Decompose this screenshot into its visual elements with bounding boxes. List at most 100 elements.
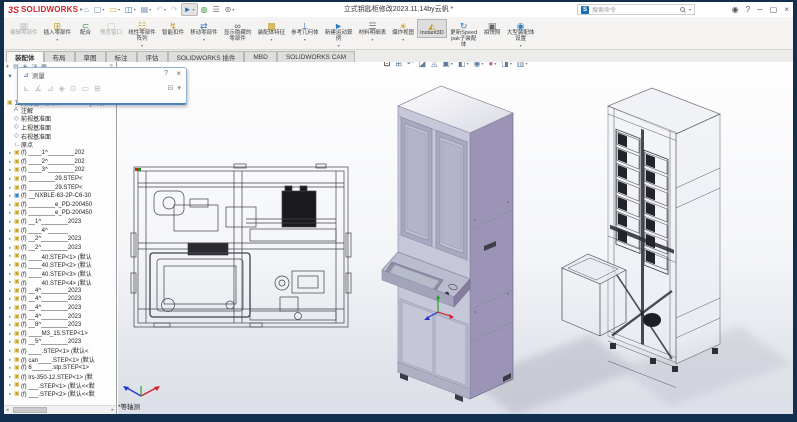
- panel-tab-icon[interactable]: ♦: [6, 64, 9, 70]
- tree-item[interactable]: ▸ ▣ (f) lrs-350-12.STEP<1> (默: [4, 372, 117, 381]
- scrollbar-thumb[interactable]: [13, 407, 47, 413]
- measure-dialog[interactable]: ⊿ 测量 ? × ⊾ ∡ ⊿ ◈ ⊙ ▭ ⊞ ⊟ ▾: [17, 67, 187, 105]
- tree-item[interactable]: ▸ ▣ (f) __2^________2023: [4, 244, 117, 253]
- ribbon-button[interactable]: ↻ 更新Speedpak子装配体 ▾: [447, 19, 481, 50]
- headsup-button[interactable]: ◨ ▾: [501, 62, 512, 68]
- tree-item[interactable]: ▸ ▣ (f) ________29.STEP<: [4, 175, 117, 184]
- tree-item[interactable]: ▸ A 注解: [4, 106, 117, 115]
- wireframe-front-view-model[interactable]: [130, 163, 358, 335]
- ribbon-button[interactable]: ☷ 线性零部件阵列 ▾: [125, 19, 159, 49]
- tree-item[interactable]: ▸ ▣ (f) ________e_PD-200450: [4, 201, 117, 210]
- tree-item[interactable]: ▸ ▣ (f) __4^________2023: [4, 312, 117, 321]
- wireframe-iso-model[interactable]: [560, 68, 793, 408]
- tree-item[interactable]: ▸ ▣ (f) ____40.STEP<1> (默认: [4, 252, 117, 261]
- chevron-down-icon[interactable]: ▾: [525, 62, 527, 66]
- command-tab[interactable]: 评估: [137, 51, 168, 62]
- tree-item[interactable]: ▸ ◇ 上视基准面: [4, 123, 117, 132]
- command-tab[interactable]: MBD: [244, 51, 276, 62]
- ribbon-button[interactable]: ▩ 装配体特征 ▾: [255, 19, 289, 43]
- measure-tool-icon[interactable]: ⊞: [94, 84, 101, 93]
- tree-item[interactable]: ▸ ▣ (f) ____3^________202: [4, 166, 117, 175]
- chevron-down-icon[interactable]: ▾: [451, 62, 453, 66]
- tree-item[interactable]: ▸ ▣ (f) ____4^______: [4, 226, 117, 235]
- tree-item[interactable]: ▸ ▣ (f) __4^________2023: [4, 286, 117, 295]
- measure-tool-icon[interactable]: ◈: [59, 84, 65, 93]
- ribbon-button[interactable]: ⊂ 配合 ▾: [74, 19, 97, 38]
- tree-item[interactable]: ▸ ▣ (f) ____M3_15.STEP<1>: [4, 329, 117, 338]
- chevron-down-icon[interactable]: ▾: [56, 37, 58, 42]
- headsup-button[interactable]: ◧ ▾: [458, 62, 469, 68]
- headsup-button[interactable]: ▥ ▾: [517, 62, 528, 68]
- chevron-down-icon[interactable]: ▾: [371, 37, 373, 42]
- tree-item[interactable]: ▸ ▣ (f) __5^________2023: [4, 338, 117, 347]
- tree-item[interactable]: ▸ ▣ (f) __NXBLE-63-2P-C6-30: [4, 192, 117, 201]
- ribbon-button[interactable]: ► 新建运动算例 ▾: [322, 19, 356, 49]
- window-control-button[interactable]: ─: [757, 6, 763, 14]
- tree-item[interactable]: ▸ ▣ (f) ___.STEP<1> (默认<<默: [4, 381, 117, 390]
- tree-item[interactable]: ▸ ∟ 原点: [4, 140, 117, 149]
- tree-item[interactable]: ▸ ▣ (f) ___.STEP<2> (默认<<默: [4, 390, 117, 399]
- command-tab[interactable]: SOLIDWORKS CAM: [277, 51, 355, 62]
- ribbon-button[interactable]: ▢ 预览窗口 ▾: [97, 19, 125, 38]
- tree-item[interactable]: ▸ ▣ (f) __1^________2023: [4, 218, 117, 227]
- tree-item[interactable]: ▸ ▣ (f) ____40.STEP<2> (默认: [4, 261, 117, 270]
- tree-item[interactable]: ▸ ▣ (f) ________e_PD-200450: [4, 209, 117, 218]
- tree-item[interactable]: ▸ ▣ (f) ____2^________202: [4, 158, 117, 167]
- measure-tool-icon[interactable]: ⊿: [47, 84, 54, 93]
- ribbon-button[interactable]: ◭ Instant3D ▾: [417, 19, 447, 38]
- tree-filter-icon[interactable]: ▼: [7, 74, 13, 80]
- headsup-button[interactable]: ◉ ▾: [473, 62, 483, 68]
- tree-item[interactable]: ▸ ▣ (f) __8^________2023: [4, 321, 117, 330]
- chevron-down-icon[interactable]: ▾: [270, 37, 272, 42]
- tree-item[interactable]: ▸ ▣ (f) can____.STEP<1> (默认: [4, 355, 117, 364]
- command-tab[interactable]: 标注: [106, 51, 137, 62]
- chevron-down-icon[interactable]: ▾: [466, 62, 468, 66]
- chevron-down-icon[interactable]: ▾: [494, 62, 496, 66]
- measure-tool-icon[interactable]: ⊾: [23, 84, 30, 93]
- window-control-button[interactable]: ◉: [732, 6, 739, 14]
- ribbon-button[interactable]: ▣ 拍快照 ▾: [481, 19, 504, 38]
- ribbon-button[interactable]: ▦ 编辑零部件 ▾: [7, 19, 41, 38]
- search-box[interactable]: S 搜索命令 ▾: [577, 4, 695, 15]
- command-tab[interactable]: 装配体: [6, 51, 44, 62]
- tree-item[interactable]: ▸ ◇ 右视基准面: [4, 132, 117, 141]
- ribbon-button[interactable]: ⊞ 插入零部件 ▾: [41, 19, 75, 43]
- measure-tool-icon[interactable]: ▭: [81, 84, 89, 93]
- scroll-left-icon[interactable]: ◂: [6, 407, 9, 413]
- chevron-down-icon[interactable]: ▾: [141, 43, 143, 48]
- close-icon[interactable]: ×: [176, 69, 181, 78]
- tree-horizontal-scrollbar[interactable]: ◂ ▸: [4, 405, 116, 414]
- headsup-button[interactable]: ⊡ ▾: [384, 62, 391, 68]
- tree-item[interactable]: ▸ ▣ (f) __4^________2023: [4, 295, 117, 304]
- headsup-button[interactable]: ◬ ▾: [431, 62, 437, 68]
- headsup-button[interactable]: ◪ ▾: [419, 62, 427, 68]
- window-control-button[interactable]: ▢: [770, 6, 778, 14]
- headsup-button[interactable]: ↶ ▾: [407, 62, 414, 68]
- search-input[interactable]: 搜索命令: [592, 5, 677, 14]
- measure-tool-icon[interactable]: ∡: [35, 84, 42, 93]
- tree-item[interactable]: ▸ ▣ (f) ____40.STEP<4> (默认: [4, 278, 117, 287]
- tree-item[interactable]: ▸ ▣ (f) __4^________2023: [4, 304, 117, 313]
- tree-item[interactable]: ▸ ▣ (f) ________29.STEP<: [4, 183, 117, 192]
- tree-item[interactable]: ▸ ▣ (f) ____40.STEP<3> (默认: [4, 269, 117, 278]
- tree-item[interactable]: ▸ ◇ 前视基准面: [4, 115, 117, 124]
- headsup-button[interactable]: ▣ ▾: [442, 62, 453, 68]
- chevron-down-icon[interactable]: ▾: [520, 43, 522, 48]
- ribbon-button[interactable]: ⇄ 移动零部件 ▾: [187, 19, 221, 43]
- ribbon-button[interactable]: ◉ 大型装配体设置 ▾: [504, 19, 538, 49]
- window-control-button[interactable]: ×: [784, 6, 789, 14]
- chevron-down-icon[interactable]: ▾: [203, 37, 205, 42]
- search-dropdown-icon[interactable]: ▾: [689, 7, 691, 12]
- window-control-button[interactable]: ?: [746, 6, 750, 14]
- measure-tool-icon[interactable]: ⊙: [70, 84, 77, 93]
- ribbon-button[interactable]: ∞ 显示隐藏的零部件 ▾: [221, 19, 255, 44]
- chevron-down-icon[interactable]: ▾: [510, 62, 512, 66]
- ribbon-button[interactable]: ↯ 智能扣件 ▾: [159, 19, 187, 38]
- tree-item[interactable]: ▸ ▣ (f) ____.STEP<1> (默认<: [4, 347, 117, 356]
- chevron-down-icon[interactable]: ▾: [304, 37, 306, 42]
- tree-item[interactable]: ▸ ▣ (f) 6______.stp.STEP<1>: [4, 364, 117, 373]
- headsup-button[interactable]: ⊞ ▾: [395, 62, 402, 68]
- ribbon-button[interactable]: ☰ 材料明细表 ▾: [356, 19, 390, 43]
- ribbon-button[interactable]: ∗ 爆炸视图 ▾: [389, 19, 417, 43]
- tree-item[interactable]: ▸ ▣ (f) ____1^________202: [4, 149, 117, 158]
